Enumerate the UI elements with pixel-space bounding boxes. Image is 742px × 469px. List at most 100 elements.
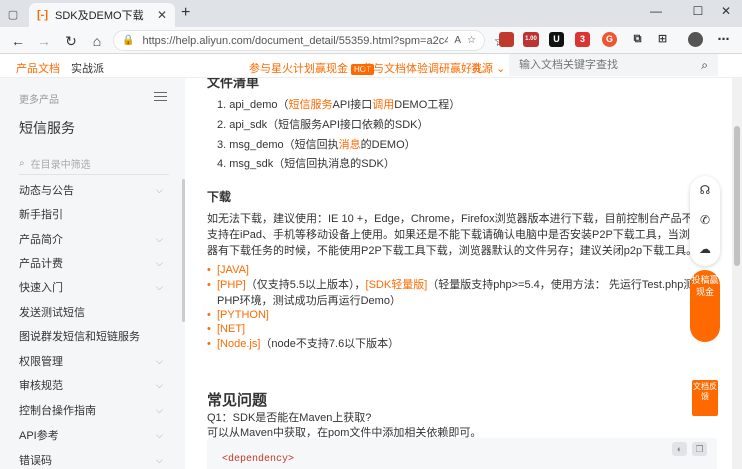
sidebar-item-news[interactable]: 动态与公告 ⌵: [0, 178, 185, 202]
read-aloud-icon[interactable]: A: [454, 35, 461, 46]
sidebar-item-label: 产品计费: [19, 258, 63, 270]
refresh-icon[interactable]: ↻: [61, 31, 81, 51]
extension-icon[interactable]: [499, 32, 514, 47]
chevron-down-icon: ⌵: [156, 454, 163, 465]
download-link-net[interactable]: [NET]: [217, 323, 245, 335]
chevron-down-icon: ⌵: [156, 429, 163, 440]
sidebar-item-label: 图说群发短信和短链服务: [19, 331, 140, 343]
doc-feedback-button[interactable]: 文档反馈: [692, 380, 718, 416]
download-link-python[interactable]: [PYTHON]: [217, 309, 269, 321]
site-header: 产品文档 实战派 参与星火计划赢现金HOT 参与文档体验调研赢好礼 资源 ⌄ ⌕: [0, 54, 742, 78]
extension-badge-icon[interactable]: 1.00: [523, 32, 539, 47]
tab-close-icon[interactable]: ✕: [157, 8, 167, 22]
chevron-down-icon: ⌵: [156, 233, 163, 244]
address-bar[interactable]: 🔒 https://help.aliyun.com/document_detai…: [113, 30, 485, 51]
tab-title: SDK及DEMO下载: [55, 10, 144, 22]
list-item: • [PHP]（仅支持5.5以上版本），[SDK轻量版]（轻量版支持php>=5.…: [207, 277, 707, 309]
browser-tab[interactable]: [-] SDK及DEMO下载 ✕: [29, 3, 175, 27]
sidebar-item-label: 产品简介: [19, 234, 63, 246]
sidebar-item-label: API参考: [19, 430, 59, 442]
download-link-sdk-lite[interactable]: [SDK轻量版]: [366, 279, 428, 291]
sidebar-item-guide[interactable]: 新手指引: [0, 202, 185, 226]
sidebar-item-console[interactable]: 控制台操作指南 ⌵: [0, 398, 185, 422]
sidebar-item-test-sms[interactable]: 发送测试短信: [0, 300, 185, 324]
sidebar-item-api[interactable]: API参考 ⌵: [0, 423, 185, 447]
sidebar-item-review[interactable]: 审核规范 ⌵: [0, 373, 185, 397]
extension-badge-3-icon[interactable]: 3: [575, 32, 590, 47]
tab-actions-icon[interactable]: ▢: [4, 5, 22, 23]
nav-practice[interactable]: 实战派: [71, 60, 104, 76]
copy-icon[interactable]: ❐: [692, 442, 707, 456]
chevron-down-icon: ⌵: [156, 281, 163, 292]
cloud-icon[interactable]: ☁: [690, 242, 720, 256]
new-tab-button[interactable]: +: [181, 5, 190, 21]
sidebar-item-errors[interactable]: 错误码 ⌵: [0, 448, 185, 469]
browser-toolbar: ← → ↻ ⌂ 🔒 https://help.aliyun.com/docume…: [0, 27, 742, 54]
home-icon[interactable]: ⌂: [87, 31, 107, 51]
maximize-icon[interactable]: ☐: [688, 4, 708, 18]
chevron-down-icon: ⌄: [496, 63, 506, 75]
sidebar-item-label: 权限管理: [19, 356, 63, 368]
sidebar-item-billing[interactable]: 产品计费 ⌵: [0, 251, 185, 275]
phone-icon[interactable]: ✆: [690, 213, 720, 227]
search-icon[interactable]: ⌕: [701, 58, 708, 73]
profile-avatar[interactable]: [688, 32, 703, 47]
toggle-theme-icon[interactable]: ◐: [672, 442, 687, 456]
menu-icon[interactable]: [154, 89, 167, 104]
scrollbar-thumb[interactable]: [734, 126, 740, 266]
sidebar-title: 短信服务: [19, 120, 75, 136]
list-item: 2. api_sdk（短信服务API接口依赖的SDK）: [217, 116, 429, 132]
download-link-java[interactable]: [JAVA]: [217, 264, 249, 276]
download-link-nodejs[interactable]: [Node.js]: [217, 338, 260, 350]
promo-spark-label: 参与星火计划赢现金: [249, 63, 348, 75]
forward-icon[interactable]: →: [34, 31, 54, 51]
chevron-down-icon: ⌵: [156, 184, 163, 195]
nav-product-docs[interactable]: 产品文档: [16, 60, 60, 76]
resources-label: 资源: [471, 63, 493, 75]
minimize-icon[interactable]: —: [646, 4, 666, 18]
sidebar-item-permissions[interactable]: 权限管理 ⌵: [0, 349, 185, 373]
bullet-dot: •: [207, 279, 211, 291]
sidebar-item-intro[interactable]: 产品简介 ⌵: [0, 227, 185, 251]
download-link-php[interactable]: [PHP]: [217, 279, 246, 291]
sidebar-item-label: 快速入门: [19, 282, 63, 294]
sidebar-item-label: 发送测试短信: [19, 307, 85, 319]
faq-heading: 常见问题: [207, 392, 268, 409]
extension-u-icon[interactable]: U: [549, 32, 564, 47]
list-item: • [JAVA]: [207, 262, 707, 278]
inline-link[interactable]: 调用: [372, 99, 394, 111]
list-text: DEMO工程）: [394, 99, 461, 111]
list-item: • [NET]: [207, 321, 707, 337]
submit-article-promo[interactable]: 投稿赢现金: [690, 270, 720, 342]
more-products[interactable]: 更多产品: [19, 91, 59, 106]
sidebar-item-quickstart[interactable]: 快速入门 ⌵: [0, 275, 185, 299]
promo-spark-link[interactable]: 参与星火计划赢现金 HOT: [249, 60, 374, 76]
code-line: <dependency>: [222, 454, 295, 465]
sidebar-item-bulk-sms[interactable]: 图说群发短信和短链服务: [0, 324, 185, 348]
search-input[interactable]: [519, 59, 702, 71]
resources-menu[interactable]: 资源 ⌄: [471, 60, 505, 76]
extensions-puzzle-icon[interactable]: ⧉: [630, 32, 645, 47]
back-icon[interactable]: ←: [8, 31, 28, 51]
more-menu-icon[interactable]: ⋯: [716, 32, 731, 47]
headset-icon[interactable]: ☊: [690, 183, 720, 197]
promo-survey-link[interactable]: 参与文档体验调研赢好礼: [362, 60, 483, 76]
sidebar-item-label: 动态与公告: [19, 185, 74, 197]
file-list-heading: 文件清单: [207, 78, 260, 90]
list-text: （仅支持5.5以上版本），: [245, 279, 366, 291]
sidebar-item-label: 控制台操作指南: [19, 405, 96, 417]
chevron-down-icon: ⌵: [156, 355, 163, 366]
window-close-icon[interactable]: ✕: [716, 4, 736, 18]
browser-tab-bar: ▢ [-] SDK及DEMO下载 ✕ + — ☐ ✕: [0, 0, 742, 27]
sidebar-filter-input[interactable]: ⌕ 在目录中筛选: [19, 153, 169, 175]
inline-link[interactable]: 短信服务: [289, 99, 333, 111]
list-text: 2. api_sdk（短信服务API接口依赖的SDK）: [217, 119, 429, 131]
extension-g-icon[interactable]: G: [602, 32, 617, 47]
sidebar-item-label: 错误码: [19, 455, 52, 467]
favorite-star-icon[interactable]: ☆: [467, 35, 476, 46]
url-text: https://help.aliyun.com/document_detail/…: [142, 34, 449, 47]
inline-link[interactable]: 消息: [339, 139, 361, 151]
bullet-dot: •: [207, 338, 211, 350]
page-scrollbar[interactable]: [732, 78, 742, 469]
collections-icon[interactable]: ⊞: [655, 32, 670, 47]
